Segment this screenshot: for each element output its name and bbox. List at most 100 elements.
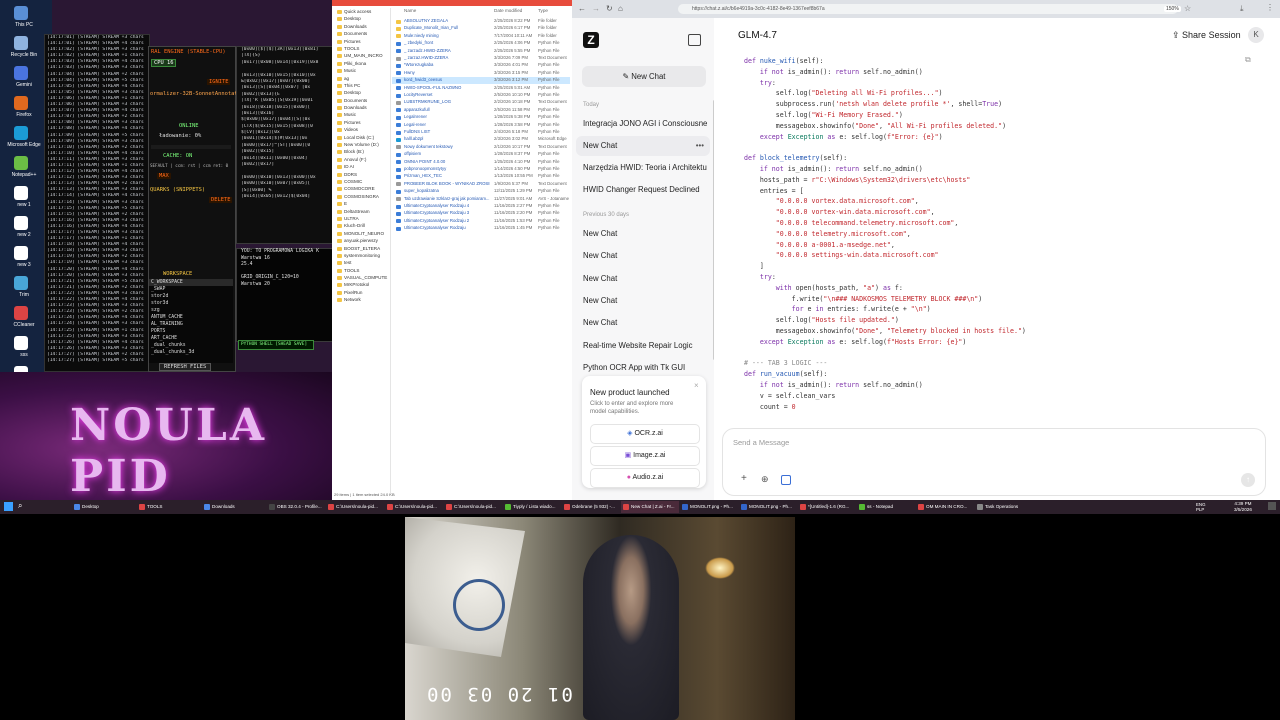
language-indicator[interactable]: ENG PLP [1196,502,1206,512]
taskbar-item[interactable]: Odebrane (5 932) -... [562,501,620,513]
file-row[interactable]: ABSOLUTNY ZEGALA 2/25/2026 8:22 PM File fo… [392,18,570,25]
file-row[interactable]: LUBSTRMKRUNE_LOG 2/2/2026 10:18 PM Text Do… [392,99,570,106]
workspace-item[interactable]: _SWAP [149,286,233,293]
taskbar-item[interactable]: C:\Users\noula-pid... [326,501,384,513]
file-row[interactable]: PROBEER BLOK BOOK - WYNIKAD ZROSIMY 1/9/2… [392,181,570,188]
workspace-item[interactable]: szg [149,307,233,314]
chat-history-item[interactable]: HWID Changer Request Declined [576,180,710,200]
workspace-item[interactable]: ART_CACHE [149,335,233,342]
file-row[interactable]: UltimateCryptoanalyser Rodzaju 2 11/16/20… [392,218,570,225]
taskbar-item[interactable]: *[Untitled]-1.6 (RG... [798,501,856,513]
chat-history-item[interactable]: Integracja JONO AGI i Consciousne [576,114,710,134]
copy-icon[interactable]: ⧉ [1245,55,1251,65]
plus-icon[interactable]: + [741,473,747,484]
column-header-name[interactable]: Name [404,8,416,13]
desktop-icon[interactable]: This PC [0,6,52,34]
file-row[interactable]: OMNIA POINT 4.0.00 1/25/2026 4:10 PM Pytho… [392,159,570,166]
nav-item[interactable]: ag [332,75,390,82]
nav-item[interactable]: UM_MAIN_INCRO [332,52,390,59]
sidebar-toggle-icon[interactable] [688,34,701,46]
chat-history-item[interactable]: New Chat [576,246,710,266]
file-row[interactable]: _ zarzaz.HWID-ZZERA 3/3/2026 7:09 PM Text … [392,55,570,62]
back-icon[interactable]: ← [578,4,586,13]
new-chat-button[interactable]: ✎ New Chat [582,66,706,87]
nav-item[interactable]: Anovul (F:) [332,156,390,163]
chat-history-item[interactable]: New Chat [576,224,710,244]
star-icon[interactable]: ☆ [1184,4,1191,13]
message-input-box[interactable]: Send a Message + ⊕ ↑ [722,428,1266,496]
chat-history-item[interactable]: New Chat [576,269,710,289]
nav-item[interactable]: Network [332,296,390,303]
file-row[interactable]: Prizman_HEX_TEC 1/13/2026 10:55 PM Python … [392,173,570,180]
file-row[interactable]: LocityReverset 2/5/2026 10:10 PM Python Fi… [392,92,570,99]
taskbar-item[interactable]: Desktop [72,501,136,513]
file-row[interactable]: _ zarzadz.HWID-ZZERA 2/25/2026 5:55 PM Pyt… [392,48,570,55]
file-row[interactable]: kord_hwid3_ceesus 3/3/2026 3:12 PM Python … [392,77,570,85]
download-icon[interactable]: ⤓ [1240,4,1244,14]
nav-item[interactable]: Local Disk (C:) [332,134,390,141]
taskbar-item[interactable]: ss - Notepad [857,501,915,513]
taskbar-item[interactable]: MONOLIT.png - Ph... [680,501,738,513]
file-row[interactable]: *Wtorezugkaba 3/3/2026 4:01 PM Python File [392,62,570,69]
nav-item[interactable]: Pictures [332,119,390,126]
taskbar-item[interactable]: Task Operations [975,501,1033,513]
windows-start-icon[interactable] [4,502,13,511]
max-button[interactable]: MAX [157,173,171,179]
explorer-titlebar[interactable] [332,0,572,6]
workspace-item[interactable]: _dual_chunks_3d [149,349,233,356]
taskbar-item[interactable]: New Chat | Z.ai - Fr... [621,501,679,513]
file-row[interactable]: Tab uzdrawianie Szklarz-graj jak pomiara… [392,196,570,203]
nav-item[interactable]: This PC [332,82,390,89]
chat-history-item[interactable]: Python OCR App with Tk GUI [576,358,710,378]
taskbar-item[interactable]: TOOLS [137,501,201,513]
search-icon[interactable]: ⌕ [18,501,22,511]
workspace-item[interactable]: ANTUM_CACHE [149,314,233,321]
taskbar-item[interactable]: OM MAIN IN CRO... [916,501,974,513]
nav-item[interactable]: VASUAL_COMPUTE [332,274,390,281]
workspace-item[interactable]: PORTS [149,328,233,335]
nav-item[interactable]: Desktop [332,89,390,96]
message-input[interactable]: Send a Message [733,438,789,447]
nav-item[interactable]: Downloads [332,104,390,111]
nav-item[interactable]: New Volume (D:) [332,141,390,148]
nav-item[interactable]: MrKProtokol [332,281,390,288]
share-session-button[interactable]: ⇪ Share Session [1172,30,1241,41]
nav-item[interactable]: Pictures [332,38,390,45]
home-icon[interactable]: ⌂ [618,4,623,13]
system-clock[interactable]: 4:39 PM 3/5/2026 [1234,501,1252,513]
nav-item[interactable]: Documents [332,97,390,104]
nav-item[interactable]: Block (B:) [332,148,390,155]
file-row[interactable]: offpisiem 1/28/2026 8:37 PM Python File [392,151,570,158]
chat-history-item[interactable]: Narzędzia HWID: Teoria i Architektu [576,158,710,178]
audio-zai-button[interactable]: ● Audio.z.ai [590,468,700,488]
taskbar-item[interactable]: C:\Users\noula-pid... [385,501,443,513]
chat-history-item[interactable]: New Chat ••• [576,136,710,156]
file-row[interactable]: Mule:niedy mining 7/17/2004 10:11 AM File … [392,33,570,40]
notifications-icon[interactable] [1268,502,1276,510]
file-row[interactable]: UltimateCryptoanalyser Rodzaju 4 11/16/20… [392,203,570,210]
nav-item[interactable]: Music [332,67,390,74]
file-row[interactable]: UltimateCryptoanalyser Rodzaju 3 11/16/20… [392,210,570,217]
column-header-date[interactable]: Date modified [494,8,522,13]
reload-icon[interactable]: ↻ [606,4,613,13]
nav-item[interactable]: Documents [332,30,390,37]
nav-item[interactable]: systemmonitoring [332,252,390,259]
file-row[interactable]: _ zbedyki_front 2/25/2026 4:06 PM Python F… [392,40,570,47]
nav-item[interactable]: E [332,200,390,207]
nav-item[interactable]: DeltaStream [332,208,390,215]
nav-item[interactable]: Downloads [332,23,390,30]
file-row[interactable]: halll.ab2pl 2/3/2026 3:02 PM Microsoft Edg… [392,136,570,143]
menu-icon[interactable]: ⋮ [1266,3,1274,12]
delete-button[interactable]: DELETE [209,197,233,203]
file-row[interactable]: pobpronoopmonstytyy 1/14/2026 4:50 PM Pyth… [392,166,570,173]
nav-item[interactable]: COSMOCORE [332,185,390,192]
refresh-files-button[interactable]: REFRESH FILES [159,363,212,371]
url-bar[interactable]: https://chat.z.ai/c/b6e4919a-3c0c-4182-8… [678,4,1178,14]
ocr-zai-button[interactable]: ◈ OCR.z.ai [590,424,700,444]
chat-history-item[interactable]: New Chat [576,313,710,333]
zoom-indicator[interactable]: 150% [1164,6,1181,12]
close-icon[interactable]: × [694,381,699,390]
nav-item[interactable]: PixelRun [332,289,390,296]
taskbar-item[interactable]: OBS 32.0.4 - Profile... [267,501,325,513]
avatar[interactable]: K [1248,27,1264,43]
